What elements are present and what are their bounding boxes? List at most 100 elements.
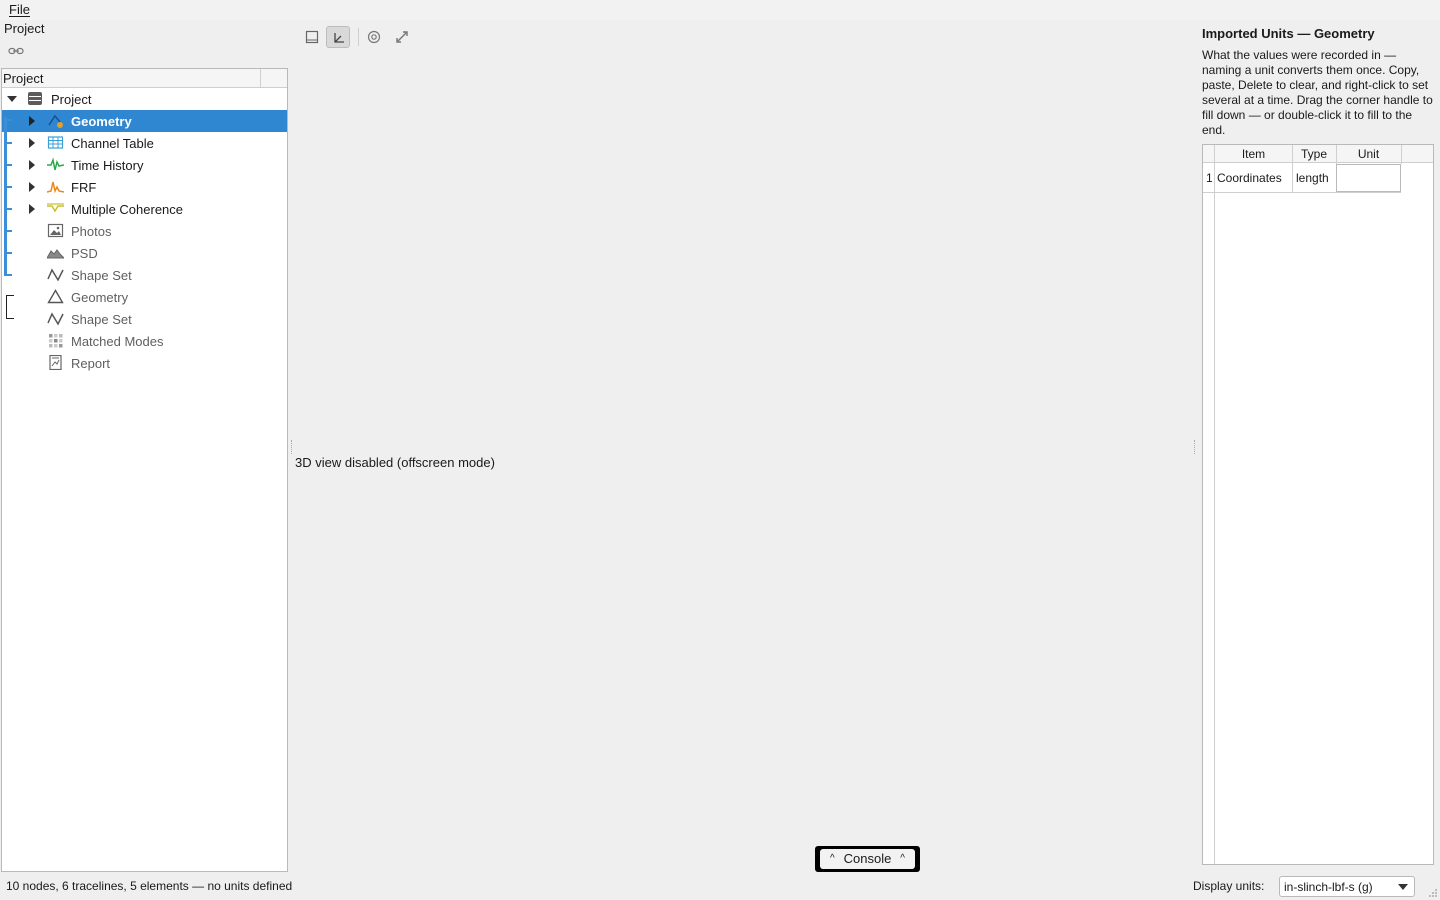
shape-wave-icon (47, 312, 64, 326)
project-tree[interactable]: Project Project Geometry Channel Table T… (1, 68, 288, 872)
units-panel-title: Imported Units — Geometry (1202, 26, 1375, 41)
units-table-header: Item Type Unit (1203, 145, 1433, 163)
status-text: 10 nodes, 6 tracelines, 5 elements — no … (6, 879, 293, 893)
tree-item-time-history[interactable]: Time History (2, 154, 287, 176)
tree-item-shape-set-2[interactable]: Shape Set (2, 308, 287, 330)
grid-icon (49, 334, 63, 348)
units-panel-description: What the values were recorded in — namin… (1202, 48, 1433, 137)
tree-item-photos[interactable]: Photos (2, 220, 287, 242)
row-number: 1 (1206, 171, 1213, 185)
frf-peak-icon (47, 181, 64, 194)
caret-up-icon: ^ (830, 853, 835, 864)
waveform-icon (47, 157, 64, 171)
shape-wave-icon (47, 268, 64, 282)
tree-item-label: Geometry (71, 114, 132, 129)
tree-item-label: Report (71, 356, 111, 371)
display-units-select[interactable]: in-slinch-lbf-s (g) (1279, 876, 1415, 897)
tree-header: Project (2, 69, 287, 88)
bracket-tick (4, 186, 12, 188)
column-divider (1336, 145, 1337, 164)
column-header-unit[interactable]: Unit (1336, 147, 1401, 161)
expand-button[interactable] (390, 26, 414, 48)
collapsed-arrow-icon[interactable] (27, 160, 37, 170)
tree-item-label: PSD (71, 246, 98, 261)
tree-item-shape-set[interactable]: Shape Set (2, 264, 287, 286)
tree-item-geometry-2[interactable]: Geometry (2, 286, 287, 308)
menubar: File (0, 0, 1440, 20)
collapsed-arrow-icon[interactable] (27, 182, 37, 192)
tree-item-geometry[interactable]: Geometry (2, 110, 287, 132)
photo-icon (47, 223, 64, 238)
frame-view-button[interactable] (300, 26, 324, 48)
tree-item-label: Shape Set (71, 268, 132, 283)
row-number-divider (1214, 145, 1215, 864)
file-menu[interactable]: File (9, 2, 30, 17)
column-header-item[interactable]: Item (1215, 147, 1292, 161)
tree-item-multiple-coherence[interactable]: Multiple Coherence (2, 198, 287, 220)
geometry-edit-icon (48, 114, 63, 128)
tree-item-channel-table[interactable]: Channel Table (2, 132, 287, 154)
console-button-face: ^ Console ^ (820, 849, 915, 869)
toolbar-separator (358, 28, 359, 46)
orbit-icon (367, 30, 381, 44)
tree-item-project[interactable]: Project (2, 88, 287, 110)
expand-diagonal-icon (396, 31, 408, 43)
collapsed-arrow-icon[interactable] (27, 116, 37, 126)
display-units-value: in-slinch-lbf-s (g) (1284, 880, 1373, 894)
splitter-handle-right[interactable] (1194, 440, 1196, 454)
item-cell[interactable]: Coordinates (1217, 171, 1282, 185)
group-bracket-dark (6, 295, 14, 319)
tree-item-label: Time History (71, 158, 144, 173)
report-icon (49, 355, 62, 370)
console-toggle[interactable]: ^ Console ^ (815, 846, 920, 872)
tree-item-label: Matched Modes (71, 334, 164, 349)
table-icon (47, 136, 64, 149)
units-table[interactable]: Item Type Unit 1 Coordinates length (1202, 144, 1434, 865)
console-label: Console (843, 851, 892, 866)
caret-up-icon: ^ (900, 853, 905, 864)
tree-item-frf[interactable]: FRF (2, 176, 287, 198)
bracket-tick (4, 252, 12, 254)
bracket-tick (4, 208, 12, 210)
unit-cell[interactable] (1336, 164, 1401, 192)
tree-item-report[interactable]: Report (2, 352, 287, 374)
bracket-tick (4, 230, 12, 232)
tree-header-label: Project (3, 71, 44, 86)
row-divider (1203, 192, 1401, 193)
splitter-handle-left[interactable] (291, 440, 293, 454)
bracket-tick (4, 164, 12, 166)
column-separator[interactable] (260, 69, 261, 88)
tree-item-label: Channel Table (71, 136, 154, 151)
column-divider (1401, 145, 1402, 164)
tree-item-matched-modes[interactable]: Matched Modes (2, 330, 287, 352)
tree-item-label: Project (51, 92, 92, 107)
triangle-icon (47, 289, 64, 304)
viewer-message: 3D view disabled (offscreen mode) (295, 455, 495, 470)
link-icon[interactable] (8, 46, 24, 56)
resize-grip-icon[interactable] (1428, 888, 1438, 898)
bracket-tick (4, 274, 12, 276)
expanded-arrow-icon[interactable] (7, 94, 17, 104)
orbit-button[interactable] (362, 26, 386, 48)
bracket-tick (4, 119, 12, 121)
psd-icon (47, 249, 64, 259)
tree-item-label: Multiple Coherence (71, 202, 184, 217)
project-panel-title: Project (4, 21, 45, 36)
tree-item-label: Photos (71, 224, 112, 239)
frame-icon (305, 30, 319, 44)
column-header-type[interactable]: Type (1292, 147, 1336, 161)
collapsed-arrow-icon[interactable] (27, 138, 37, 148)
tree-item-psd[interactable]: PSD (2, 242, 287, 264)
axes-icon (334, 33, 344, 43)
database-icon (28, 92, 42, 105)
coherence-icon (47, 203, 64, 213)
display-units-label: Display units: (1193, 879, 1265, 893)
bracket-tick (4, 142, 12, 144)
axes-button[interactable] (326, 26, 350, 48)
chevron-down-icon (1398, 884, 1408, 890)
tree-item-label: FRF (71, 180, 97, 195)
tree-item-label: Geometry (71, 290, 129, 305)
tree-item-label: Shape Set (71, 312, 132, 327)
collapsed-arrow-icon[interactable] (27, 204, 37, 214)
type-cell[interactable]: length (1296, 171, 1329, 185)
